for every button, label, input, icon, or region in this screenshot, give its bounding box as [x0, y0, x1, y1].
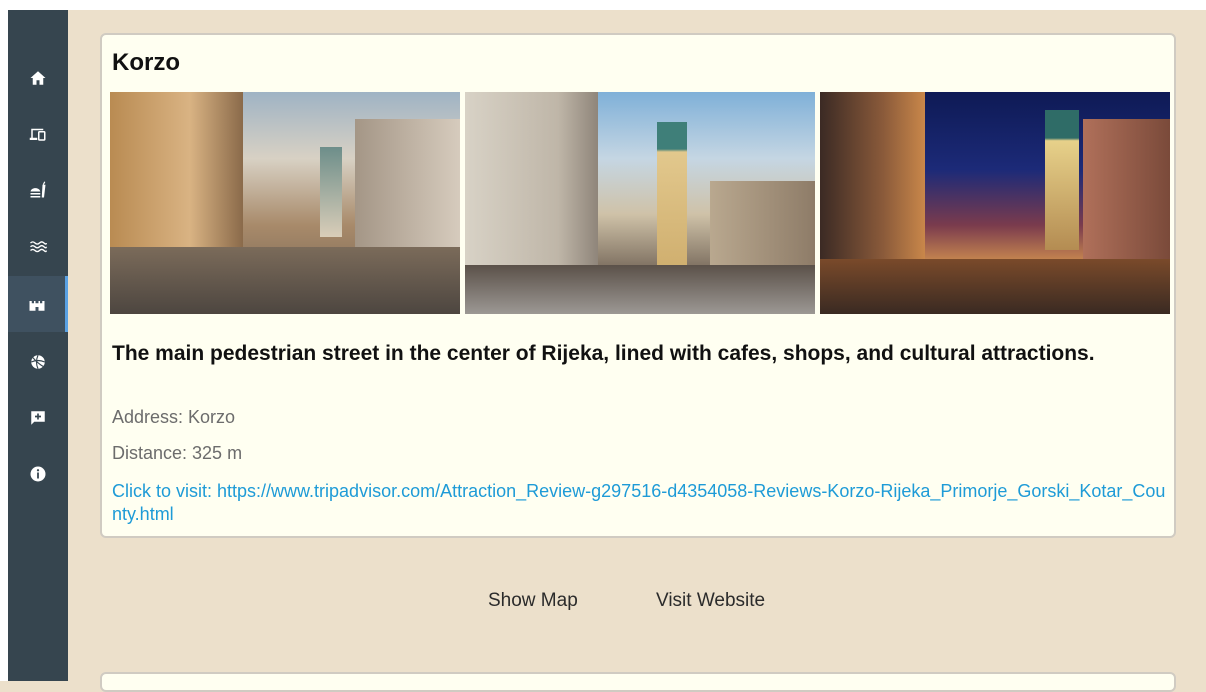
- window-top-edge: [0, 0, 1206, 10]
- card-actions: Show Map Visit Website: [0, 590, 1206, 618]
- show-map-button[interactable]: Show Map: [488, 590, 578, 612]
- photo-clock-tower: [320, 147, 342, 237]
- sidebar-item-devices[interactable]: [8, 106, 68, 162]
- sidebar-item-info[interactable]: [8, 446, 68, 502]
- attraction-card: Korzo The main pedestrian street in the …: [100, 33, 1176, 538]
- photo-clock-tower: [1045, 110, 1079, 250]
- sidebar-item-feedback[interactable]: [8, 390, 68, 446]
- attraction-title: Korzo: [112, 49, 180, 76]
- home-icon: [30, 71, 46, 85]
- photo-clock-tower: [657, 122, 687, 272]
- castle-icon: [29, 301, 44, 311]
- sidebar-item-food[interactable]: [8, 162, 68, 218]
- sidebar: [8, 10, 68, 681]
- photo-gallery: [110, 92, 1170, 314]
- sidebar-item-home[interactable]: [8, 50, 68, 106]
- sidebar-item-attractions[interactable]: [8, 276, 68, 332]
- sidebar-item-beaches[interactable]: [8, 218, 68, 274]
- attraction-distance: Distance: 325 m: [112, 443, 243, 463]
- window-left-edge: [0, 0, 8, 681]
- food-icon: [30, 181, 46, 198]
- photo-korzo-night[interactable]: [820, 92, 1170, 314]
- sidebar-item-sports[interactable]: [8, 334, 68, 390]
- waves-icon: [30, 241, 47, 253]
- sports-icon: [31, 355, 45, 369]
- photo-street: [465, 265, 815, 314]
- attraction-address: Address: Korzo: [112, 407, 236, 427]
- devices-icon: [29, 128, 46, 141]
- photo-street: [110, 247, 460, 314]
- photo-korzo-street-day[interactable]: [110, 92, 460, 314]
- feedback-icon: [31, 411, 45, 425]
- info-icon: [30, 466, 46, 482]
- photo-korzo-clock-tower[interactable]: [465, 92, 815, 314]
- attraction-description: The main pedestrian street in the center…: [112, 342, 1095, 365]
- next-attraction-card: [100, 672, 1176, 692]
- tripadvisor-link[interactable]: Click to visit: https://www.tripadvisor.…: [112, 480, 1167, 526]
- photo-street: [820, 258, 1170, 314]
- visit-website-button[interactable]: Visit Website: [656, 590, 765, 612]
